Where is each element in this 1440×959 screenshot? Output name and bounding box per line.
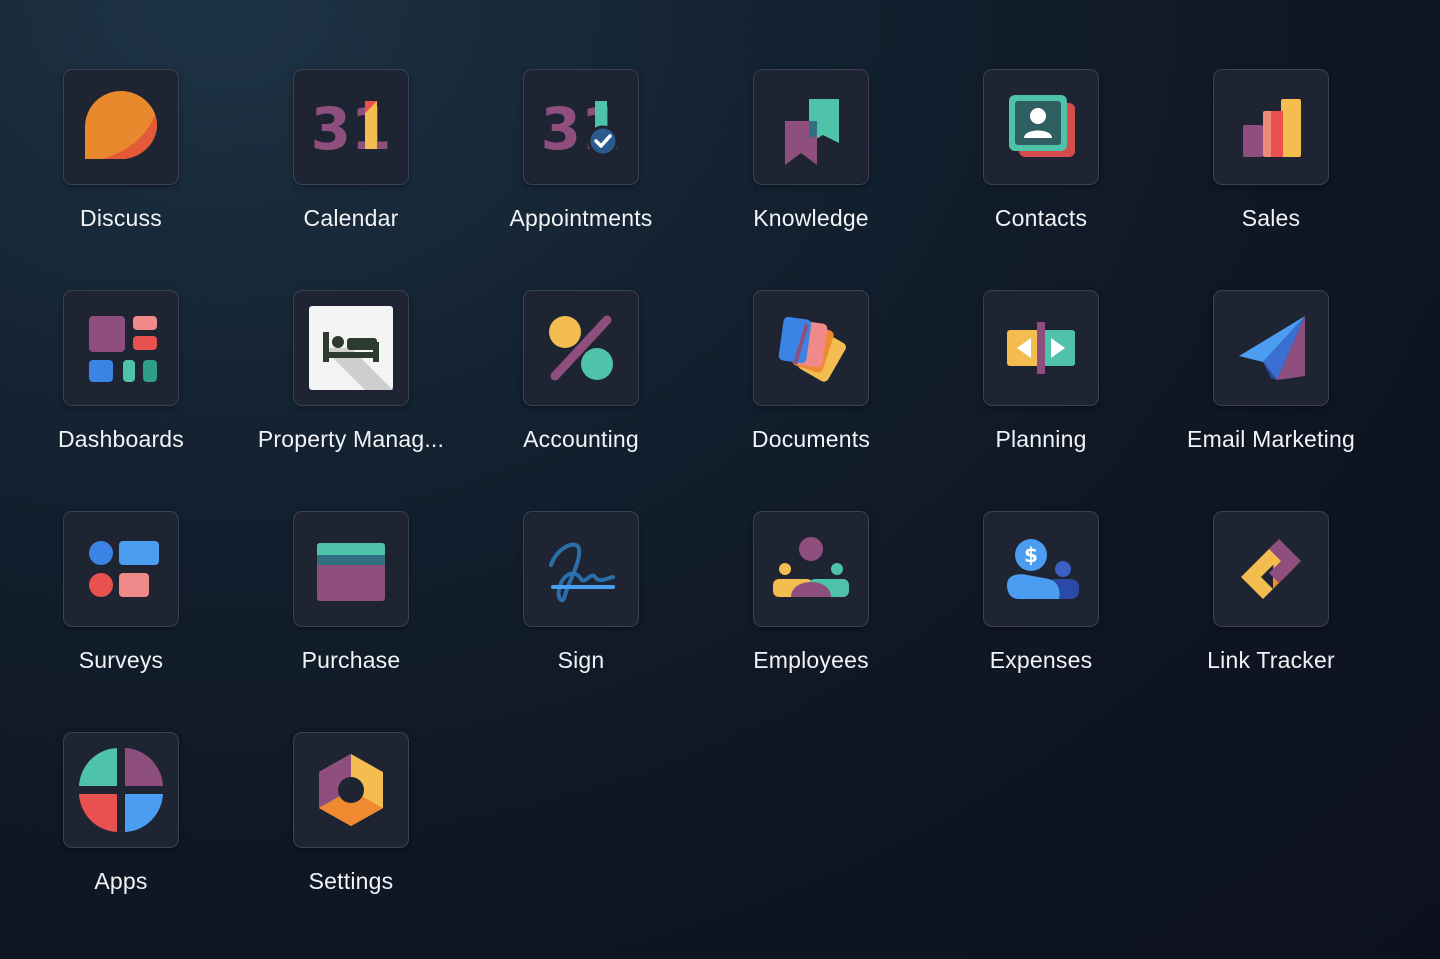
planning-icon xyxy=(1007,322,1075,374)
app-tile[interactable] xyxy=(293,290,409,406)
app-tile[interactable] xyxy=(293,732,409,848)
app-accounting[interactable]: Accounting xyxy=(466,290,696,511)
app-label: Calendar xyxy=(303,205,399,231)
knowledge-icon xyxy=(785,99,839,165)
surveys-icon xyxy=(89,541,159,597)
app-label: Property Manag... xyxy=(257,426,445,452)
app-label: Email Marketing xyxy=(1187,426,1355,452)
app-tile[interactable] xyxy=(293,511,409,627)
property-management-icon xyxy=(309,306,393,390)
app-tile[interactable] xyxy=(983,290,1099,406)
app-tile[interactable] xyxy=(1213,290,1329,406)
app-label: Apps xyxy=(94,868,148,894)
app-surveys[interactable]: Surveys xyxy=(6,511,236,732)
app-label: Employees xyxy=(753,647,869,673)
appointments-icon: 31 xyxy=(541,95,622,163)
calendar-icon: 31 xyxy=(311,95,392,163)
purchase-icon xyxy=(317,543,385,601)
app-tile[interactable] xyxy=(753,69,869,185)
app-label: Purchase xyxy=(301,647,401,673)
app-email-marketing[interactable]: Email Marketing xyxy=(1156,290,1386,511)
app-tile[interactable] xyxy=(523,290,639,406)
app-label: Accounting xyxy=(523,426,639,452)
app-label: Sales xyxy=(1241,205,1301,231)
documents-icon xyxy=(778,316,846,382)
app-tile[interactable] xyxy=(63,69,179,185)
app-label: Link Tracker xyxy=(1207,647,1335,673)
sales-icon xyxy=(1243,99,1301,157)
app-label: Planning xyxy=(995,426,1087,452)
app-employees[interactable]: Employees xyxy=(696,511,926,732)
app-grid: Discuss 31 Calendar 31 Appointments Know… xyxy=(0,69,1440,953)
app-sign[interactable]: Sign xyxy=(466,511,696,732)
app-label: Expenses xyxy=(989,647,1093,673)
app-calendar[interactable]: 31 Calendar xyxy=(236,69,466,290)
employees-icon xyxy=(773,537,849,597)
app-label: Settings xyxy=(308,868,394,894)
app-label: Sign xyxy=(557,647,605,673)
app-tile[interactable] xyxy=(753,290,869,406)
email-marketing-icon xyxy=(1239,316,1305,380)
app-apps[interactable]: Apps xyxy=(6,732,236,953)
app-tile[interactable]: 31 xyxy=(523,69,639,185)
svg-text:$: $ xyxy=(1024,543,1038,567)
accounting-icon xyxy=(549,315,613,381)
app-label: Contacts xyxy=(994,205,1088,231)
app-appointments[interactable]: 31 Appointments xyxy=(466,69,696,290)
app-discuss[interactable]: Discuss xyxy=(6,69,236,290)
app-link-tracker[interactable]: Link Tracker xyxy=(1156,511,1386,732)
sign-icon xyxy=(549,542,615,603)
app-label: Discuss xyxy=(80,205,162,231)
settings-icon xyxy=(319,754,383,826)
discuss-icon xyxy=(85,91,157,159)
app-dashboards[interactable]: Dashboards xyxy=(6,290,236,511)
app-documents[interactable]: Documents xyxy=(696,290,926,511)
app-planning[interactable]: Planning xyxy=(926,290,1156,511)
apps-icon xyxy=(79,748,163,832)
app-tile[interactable] xyxy=(523,511,639,627)
app-label: Appointments xyxy=(509,205,653,231)
app-purchase[interactable]: Purchase xyxy=(236,511,466,732)
app-tile[interactable] xyxy=(753,511,869,627)
app-tile[interactable]: $ xyxy=(983,511,1099,627)
app-knowledge[interactable]: Knowledge xyxy=(696,69,926,290)
app-settings[interactable]: Settings xyxy=(236,732,466,953)
svg-text:31: 31 xyxy=(311,95,392,163)
link-tracker-icon xyxy=(1241,539,1301,599)
app-tile[interactable]: 31 xyxy=(293,69,409,185)
app-label: Documents xyxy=(751,426,871,452)
expenses-icon: $ xyxy=(1007,539,1079,599)
app-tile[interactable] xyxy=(1213,511,1329,627)
app-label: Dashboards xyxy=(57,426,185,452)
contacts-icon xyxy=(1009,95,1075,157)
app-tile[interactable] xyxy=(63,290,179,406)
dashboards-icon xyxy=(89,316,157,382)
app-tile[interactable] xyxy=(1213,69,1329,185)
app-expenses[interactable]: $ Expenses xyxy=(926,511,1156,732)
app-tile[interactable] xyxy=(63,732,179,848)
app-tile[interactable] xyxy=(63,511,179,627)
app-property-management[interactable]: Property Manag... xyxy=(236,290,466,511)
app-tile[interactable] xyxy=(983,69,1099,185)
app-sales[interactable]: Sales xyxy=(1156,69,1386,290)
app-label: Knowledge xyxy=(753,205,869,231)
app-label: Surveys xyxy=(78,647,164,673)
app-contacts[interactable]: Contacts xyxy=(926,69,1156,290)
